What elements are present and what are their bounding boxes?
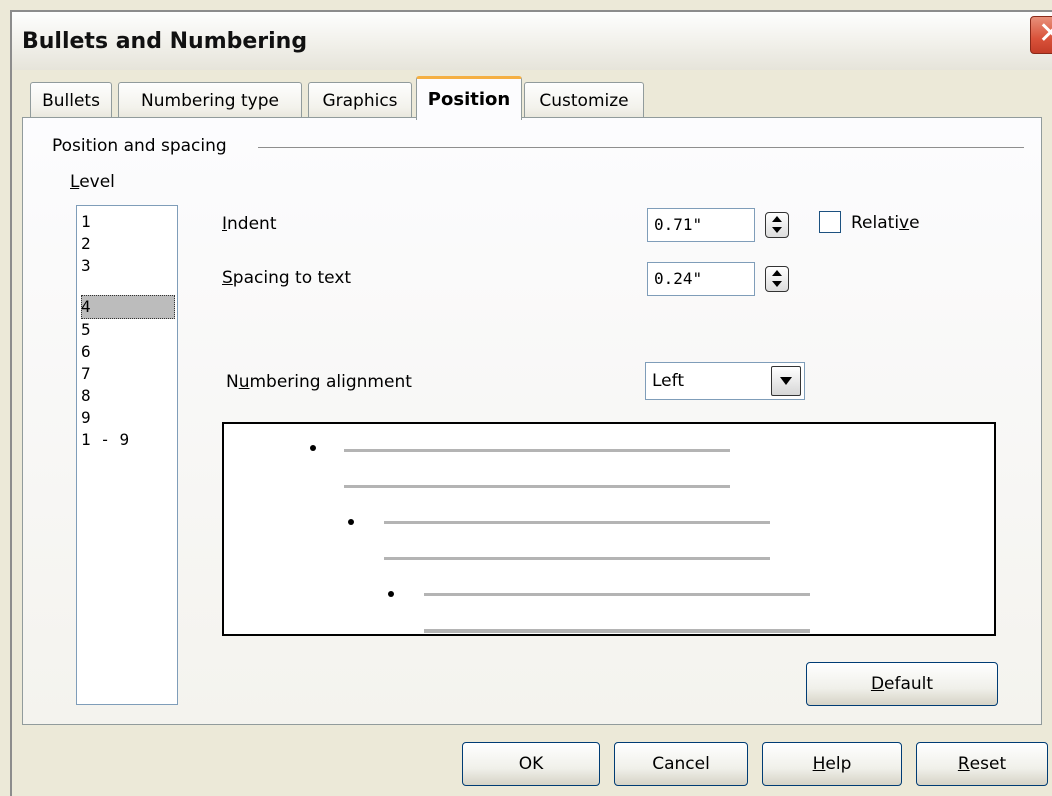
spacing-input[interactable]: 0.24" [647,262,755,296]
preview-area [222,422,996,636]
default-button-rest: efault [884,674,934,694]
bullet-icon [310,445,316,451]
indent-spin-icon[interactable] [765,212,789,238]
indent-label-rest: ndent [227,214,277,234]
level-item-9[interactable]: 9 [81,407,175,429]
level-item-8[interactable]: 8 [81,385,175,407]
relative-label[interactable]: Relative [851,213,920,233]
help-button-mnemonic: H [812,754,826,774]
level-label-mnemonic: L [70,172,80,192]
preview-line [384,557,770,560]
alignment-select-value: Left [652,371,684,391]
bullet-icon [348,519,354,525]
level-item-6[interactable]: 6 [81,341,175,363]
help-button-rest: elp [825,754,852,774]
preview-line [344,485,730,488]
spacing-label-rest: pacing to text [232,268,352,288]
level-item-4[interactable]: 4 [81,295,175,319]
group-separator [258,147,1024,148]
tab-numbering-type[interactable]: Numbering type [118,82,302,118]
indent-input[interactable]: 0.71" [647,208,755,242]
level-item-7[interactable]: 7 [81,363,175,385]
preview-line [424,629,810,633]
reset-button-mnemonic: R [957,754,970,774]
tab-graphics[interactable]: Graphics [308,82,412,118]
level-item-1[interactable]: 1 [81,211,175,233]
reset-button[interactable]: Reset [916,742,1048,786]
relative-checkbox[interactable] [819,211,841,233]
default-button[interactable]: Default [806,662,998,706]
chevron-down-icon[interactable] [771,366,801,396]
alignment-label-start: N [226,372,239,392]
bullet-icon [388,591,394,597]
help-button[interactable]: Help [762,742,902,786]
reset-button-rest: eset [969,754,1007,774]
preview-line [424,593,810,596]
indent-label: Indent [222,214,276,234]
level-label: Level [70,172,115,192]
preview-line [344,449,730,452]
close-icon: ✕ [1038,16,1052,51]
level-list[interactable]: 1 2 3 4 5 6 7 8 9 1 - 9 [76,205,178,705]
relative-label-mnemonic: v [899,213,910,233]
cancel-button[interactable]: Cancel [614,742,748,786]
relative-label-end: e [909,213,920,233]
group-label-position-spacing: Position and spacing [52,136,227,156]
alignment-label-end: mbering alignment [249,372,412,392]
title-bar: Bullets and Numbering ✕ [10,10,1052,70]
tab-customize[interactable]: Customize [524,82,644,118]
level-item-all[interactable]: 1 - 9 [81,429,175,451]
level-item-3[interactable]: 3 [81,255,175,277]
relative-label-start: Relati [851,213,900,233]
tab-position[interactable]: Position [416,76,522,120]
spacing-spin-icon[interactable] [765,266,789,292]
level-item-2[interactable]: 2 [81,233,175,255]
level-item-5[interactable]: 5 [81,319,175,341]
preview-line [384,521,770,524]
alignment-select[interactable]: Left [645,362,805,400]
spacing-label: Spacing to text [222,268,351,288]
alignment-label-mnemonic: u [238,372,250,392]
level-label-rest: evel [79,172,115,192]
tab-bullets[interactable]: Bullets [30,82,112,118]
alignment-label: Numbering alignment [226,372,412,392]
dialog-title: Bullets and Numbering [22,29,308,54]
spacing-label-mnemonic: S [222,268,233,288]
close-button[interactable]: ✕ [1030,16,1052,54]
default-button-mnemonic: D [870,674,885,694]
ok-button[interactable]: OK [462,742,600,786]
